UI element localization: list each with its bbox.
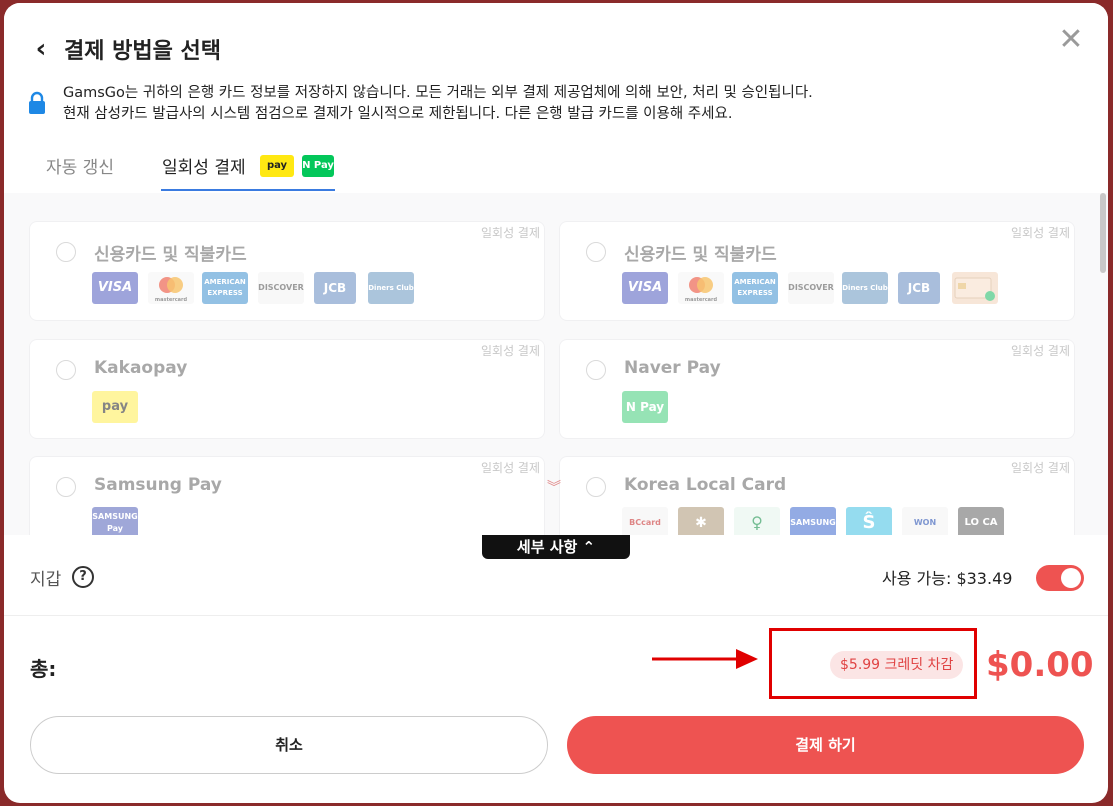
- method-card-credit-card[interactable]: 일회성 결제 신용카드 및 직불카드 VISA mastercard AMERI…: [29, 221, 545, 321]
- radio-button[interactable]: [586, 242, 606, 262]
- modal-title: 결제 방법을 선택: [64, 39, 221, 64]
- radio-button[interactable]: [586, 477, 606, 497]
- one-time-tag: 일회성 결제: [1010, 226, 1070, 240]
- loca-card-logo: LO CA: [958, 507, 1004, 535]
- method-card-naverpay[interactable]: 일회성 결제 Naver Pay N Pay: [559, 339, 1075, 439]
- pay-button[interactable]: 결제 하기: [567, 716, 1084, 774]
- radio-button[interactable]: [56, 360, 76, 380]
- security-notice: GamsGo는 귀하의 은행 카드 정보를 저장하지 않습니다. 모든 거래는 …: [63, 83, 813, 125]
- svg-text:mastercard: mastercard: [685, 297, 718, 303]
- payment-tabs: 자동 갱신 일회성 결제 pay N Pay: [4, 143, 1108, 193]
- shinhan-card-logo: Ŝ: [846, 507, 892, 535]
- discover-logo: DISCOVER: [258, 272, 304, 304]
- method-card-samsung-pay[interactable]: 일회성 결제 Samsung Pay SAMSUNG Pay: [29, 456, 545, 535]
- cancel-button[interactable]: 취소: [30, 716, 548, 774]
- woori-card-logo: WON: [902, 507, 948, 535]
- total-amount: $0.00: [986, 645, 1094, 685]
- notice-line-2: 현재 삼성카드 발급사의 시스템 점검으로 결제가 일시적으로 제한됩니다. 다…: [63, 106, 733, 122]
- one-time-tag: 일회성 결제: [480, 226, 540, 240]
- method-label: Naver Pay: [624, 358, 721, 378]
- naverpay-logo: N Pay: [622, 391, 668, 423]
- radio-button[interactable]: [56, 477, 76, 497]
- method-card-kakaopay[interactable]: 일회성 결제 Kakaopay pay: [29, 339, 545, 439]
- svg-text:mastercard: mastercard: [155, 297, 188, 303]
- mastercard-logo: mastercard: [148, 272, 194, 304]
- radio-button[interactable]: [586, 360, 606, 380]
- back-arrow-icon[interactable]: ‹: [30, 35, 52, 63]
- jcb-logo: JCB: [314, 272, 356, 304]
- total-label: 총:: [30, 657, 57, 681]
- amex-logo: AMERICAN EXPRESS: [732, 272, 778, 304]
- discover-logo: DISCOVER: [788, 272, 834, 304]
- wallet-label: 지갑: [30, 570, 62, 590]
- one-time-tag: 일회성 결제: [480, 344, 540, 358]
- notice-line-1: GamsGo는 귀하의 은행 카드 정보를 저장하지 않습니다. 모든 거래는 …: [63, 85, 813, 101]
- close-icon[interactable]: ✕: [1056, 25, 1086, 55]
- kakaopay-badge: pay: [260, 155, 294, 177]
- annotation-arrow-icon: [652, 649, 758, 669]
- jcb-logo: JCB: [898, 272, 940, 304]
- help-icon[interactable]: ?: [72, 566, 94, 588]
- list-scrollbar[interactable]: [1100, 193, 1106, 273]
- bc-card-logo: BCcard: [622, 507, 668, 535]
- lock-icon: [29, 91, 45, 114]
- active-tab-underline: [161, 189, 335, 191]
- nh-card-logo: ♀: [734, 507, 780, 535]
- credit-deduction-badge: $5.99 크레딧 차감: [830, 651, 964, 679]
- local-card-logo: [952, 272, 998, 304]
- method-label: 신용카드 및 직불카드: [624, 245, 777, 265]
- payment-method-modal: ‹ 결제 방법을 선택 ✕ GamsGo는 귀하의 은행 카드 정보를 저장하지…: [4, 3, 1108, 803]
- details-toggle-button[interactable]: 세부 사항 ⌃: [482, 535, 630, 559]
- samsung-pay-logo: SAMSUNG Pay: [92, 507, 138, 535]
- toggle-knob: [1061, 568, 1081, 588]
- amex-logo: AMERICAN EXPRESS: [202, 272, 248, 304]
- one-time-tag: 일회성 결제: [1010, 344, 1070, 358]
- visa-logo: VISA: [92, 272, 138, 304]
- method-label: Samsung Pay: [94, 475, 222, 495]
- method-card-credit-card-2[interactable]: 일회성 결제 신용카드 및 직불카드 VISA mastercard AMERI…: [559, 221, 1075, 321]
- diners-club-logo: Diners Club: [368, 272, 414, 304]
- wallet-available-balance: 사용 가능: $33.49: [882, 569, 1013, 588]
- modal-header: ‹ 결제 방법을 선택 ✕ GamsGo는 귀하의 은행 카드 정보를 저장하지…: [4, 3, 1108, 193]
- mastercard-logo: mastercard: [678, 272, 724, 304]
- method-label: 신용카드 및 직불카드: [94, 245, 247, 265]
- diners-club-logo: Diners Club: [842, 272, 888, 304]
- method-label: Kakaopay: [94, 358, 188, 378]
- tab-auto-renew[interactable]: 자동 갱신: [46, 153, 114, 178]
- tab-one-time-payment[interactable]: 일회성 결제: [162, 153, 246, 178]
- wallet-toggle[interactable]: [1036, 565, 1084, 591]
- method-card-korea-local[interactable]: 일회성 결제 Korea Local Card BCcard ✱ ♀ SAMSU…: [559, 456, 1075, 535]
- kb-card-logo: ✱: [678, 507, 724, 535]
- kakaopay-logo: pay: [92, 391, 138, 423]
- radio-button[interactable]: [56, 242, 76, 262]
- one-time-tag: 일회성 결제: [480, 461, 540, 475]
- samsung-card-logo: SAMSUNG: [790, 507, 836, 535]
- one-time-tag: 일회성 결제: [1010, 461, 1070, 475]
- naverpay-badge: N Pay: [302, 155, 334, 177]
- expand-chevron-icon[interactable]: ︾: [534, 473, 574, 503]
- method-label: Korea Local Card: [624, 475, 787, 495]
- visa-logo: VISA: [622, 272, 668, 304]
